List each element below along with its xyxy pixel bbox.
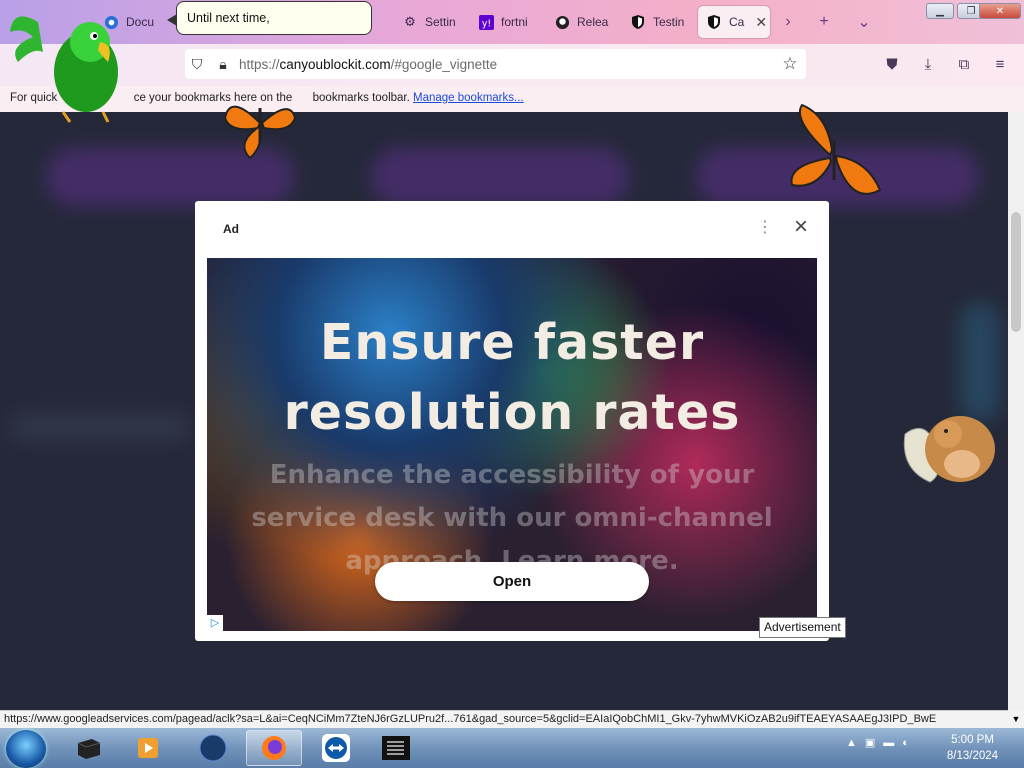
tab-title: Ca xyxy=(729,15,745,29)
ad-headline-line: resolution rates xyxy=(283,384,741,441)
system-tray: ▲ ▣ ▬ ◐ xyxy=(846,736,909,750)
taskbar-clock[interactable]: 5:00 PM 8/13/2024 xyxy=(930,732,1015,764)
bookmarks-hint-3: bookmarks toolbar. xyxy=(312,92,410,104)
hamster-decoration xyxy=(903,416,995,483)
ad-subtext-line: Enhance the accessibility of your xyxy=(269,460,755,490)
taskbar-firefox[interactable] xyxy=(246,730,302,766)
volume-icon[interactable]: ◐ xyxy=(902,737,909,749)
clock-date: 8/13/2024 xyxy=(946,750,999,762)
tab-title: Testin xyxy=(653,15,685,29)
scrollbar-thumb[interactable] xyxy=(1011,212,1021,332)
tab-strip: Docu ⚙ Settin y! fortni Relea Testin Ca … xyxy=(0,0,1024,44)
scroll-down-icon[interactable]: ▼ xyxy=(1008,710,1024,728)
url-bar[interactable]: ⛉ 🔒︎ https://canyoublockit.com/#google_v… xyxy=(185,49,806,79)
taskbar-app-box[interactable] xyxy=(60,730,116,766)
taskbar-media-player[interactable] xyxy=(120,730,176,766)
ad-headline: Ensure faster resolution rates xyxy=(207,308,817,448)
ad-headline-line: Ensure faster xyxy=(319,314,705,371)
close-tab-icon[interactable]: ✕ xyxy=(755,14,767,31)
taskbar-globe[interactable] xyxy=(185,730,241,766)
new-tab-icon[interactable]: + xyxy=(812,10,836,34)
list-tabs-icon[interactable]: ⌄ xyxy=(852,10,876,34)
bookmark-star-icon[interactable]: ☆ xyxy=(780,54,800,74)
start-button[interactable] xyxy=(6,730,46,768)
yahoo-icon: y! xyxy=(478,14,494,30)
tab-fortnite[interactable]: y! fortni xyxy=(470,6,538,38)
menu-icon[interactable]: ≡ xyxy=(989,53,1011,75)
ad-options-icon[interactable]: ⋮ xyxy=(757,217,773,241)
tab-scroll-right-icon[interactable]: › xyxy=(776,10,800,34)
url-protocol: https:// xyxy=(239,56,280,72)
background-text-blob xyxy=(10,412,190,442)
tab-canyoublockit[interactable]: Ca ✕ xyxy=(698,6,770,38)
pocket-icon[interactable]: ⛊ xyxy=(881,53,903,75)
adchoices-icon[interactable]: ▷ xyxy=(207,615,223,631)
ad-label: Ad xyxy=(223,222,239,236)
status-bar-url: https://www.googleadservices.com/pagead/… xyxy=(0,710,1008,728)
shield-icon xyxy=(706,14,722,30)
url-host: canyoublockit.com xyxy=(279,56,391,72)
ad-dialog: Ad ⋮ × Ensure faster resolution rates En… xyxy=(195,201,829,641)
butterfly-decoration xyxy=(790,103,882,195)
tab-testing[interactable]: Testin xyxy=(622,6,692,38)
clock-time: 5:00 PM xyxy=(951,734,994,746)
ad-open-button[interactable]: Open xyxy=(375,562,649,601)
gear-icon: ⚙ xyxy=(404,14,416,29)
navigation-bar: ⛉ 🔒︎ https://canyoublockit.com/#google_v… xyxy=(0,44,1024,86)
ad-close-button[interactable]: × xyxy=(789,215,813,239)
parrot-mascot xyxy=(10,16,118,123)
advertisement-tooltip: Advertisement xyxy=(759,617,846,638)
show-hidden-icons-icon[interactable]: ▲ xyxy=(846,737,857,749)
tab-releases[interactable]: Relea xyxy=(546,6,614,38)
manage-bookmarks-link[interactable]: Manage bookmarks... xyxy=(413,92,524,104)
mascot-speech-bubble: Until next time, xyxy=(167,1,372,35)
network-icon[interactable]: ▣ xyxy=(865,736,875,749)
ad-subtext-line: service desk with our omni-channel xyxy=(251,503,773,533)
tab-title: Settin xyxy=(425,15,456,29)
ad-creative[interactable]: Ensure faster resolution rates Enhance t… xyxy=(207,258,817,631)
background-nav-blob xyxy=(370,147,630,207)
downloads-icon[interactable]: ⤓ xyxy=(917,53,939,75)
tab-title: Docu xyxy=(126,15,155,29)
taskbar-teamviewer[interactable] xyxy=(308,730,364,766)
tab-title: fortni xyxy=(501,15,528,29)
lock-icon[interactable]: 🔒︎ xyxy=(213,56,233,73)
extensions-icon[interactable]: ⧉ xyxy=(953,53,975,75)
github-icon xyxy=(554,14,570,30)
tab-settings[interactable]: ⚙ Settin xyxy=(394,6,462,38)
monitor-icon[interactable]: ▬ xyxy=(883,737,894,749)
taskbar: ▲ ▣ ▬ ◐ 5:00 PM 8/13/2024 xyxy=(0,728,1024,768)
svg-text:y!: y! xyxy=(481,18,490,29)
tracking-protection-icon[interactable]: ⛉ xyxy=(187,56,207,73)
close-window-button[interactable]: ✕ xyxy=(979,3,1021,19)
page-scrollbar[interactable] xyxy=(1008,112,1024,710)
url-path: /#google_vignette xyxy=(390,56,498,72)
tab-title: Relea xyxy=(577,15,609,29)
butterfly-decoration xyxy=(223,105,297,160)
shield-icon xyxy=(630,14,646,30)
minimize-button[interactable]: ▁ xyxy=(926,3,954,19)
taskbar-terminal[interactable] xyxy=(368,730,424,766)
